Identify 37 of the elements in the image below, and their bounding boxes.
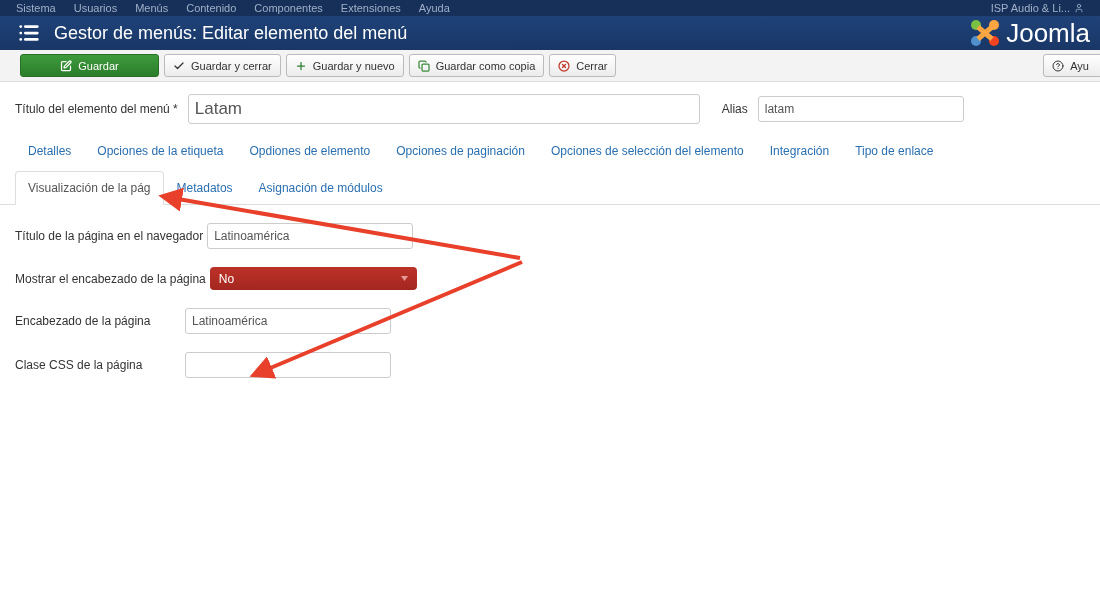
field-label: Título de la página en el navegador xyxy=(15,229,204,243)
field-label: Encabezado de la página xyxy=(15,314,152,328)
text-input[interactable]: Latinoamérica xyxy=(207,223,414,249)
toolbar-button[interactable]: Cerrar xyxy=(549,54,617,77)
title-input[interactable]: Latam xyxy=(187,94,700,124)
plus-icon xyxy=(294,59,307,72)
field-label: Clase CSS de la página xyxy=(15,358,144,372)
caret-icon xyxy=(400,276,408,281)
field-label: Título del elemento del menú * xyxy=(15,102,178,116)
toolbar-button[interactable]: Guardar y cerrar xyxy=(164,54,281,77)
menu-item[interactable]: Ayuda xyxy=(418,2,450,14)
page-title: Gestor de menús: Editar elemento del menú xyxy=(54,22,408,44)
menu-item[interactable]: Sistema xyxy=(16,2,56,14)
menu-item[interactable]: Menús xyxy=(135,2,169,14)
tab[interactable]: Visualización de la pág xyxy=(15,171,164,205)
text-input[interactable] xyxy=(185,352,391,378)
menu-item[interactable]: Contenido xyxy=(186,2,237,14)
pencil-square-icon xyxy=(60,59,73,72)
menu-item[interactable]: Componentes xyxy=(254,2,323,14)
close-icon xyxy=(558,59,571,72)
field-label: Mostrar el encabezado de la página xyxy=(15,271,206,286)
help-icon xyxy=(1052,59,1065,72)
field-label: Alias xyxy=(721,102,748,116)
alias-input[interactable]: latam xyxy=(757,96,964,122)
user-name[interactable]: ISP Audio & Li... xyxy=(990,2,1070,14)
copy-icon xyxy=(417,59,430,72)
toolbar-button[interactable]: Guardar xyxy=(20,54,159,77)
select-field[interactable]: No xyxy=(209,267,417,290)
text-input[interactable]: Latinoamérica xyxy=(185,308,391,334)
logo-text: Joomla xyxy=(1006,17,1090,49)
toolbar-button[interactable]: Guardar como copia xyxy=(408,54,545,77)
toolbar-button[interactable]: Guardar y nuevo xyxy=(285,54,404,77)
help-button[interactable]: Ayu xyxy=(1043,54,1100,77)
menu-item[interactable]: Usuarios xyxy=(73,2,118,14)
list-icon xyxy=(18,22,40,44)
user-icon[interactable] xyxy=(1074,3,1084,13)
menu-item[interactable]: Extensiones xyxy=(340,2,401,14)
